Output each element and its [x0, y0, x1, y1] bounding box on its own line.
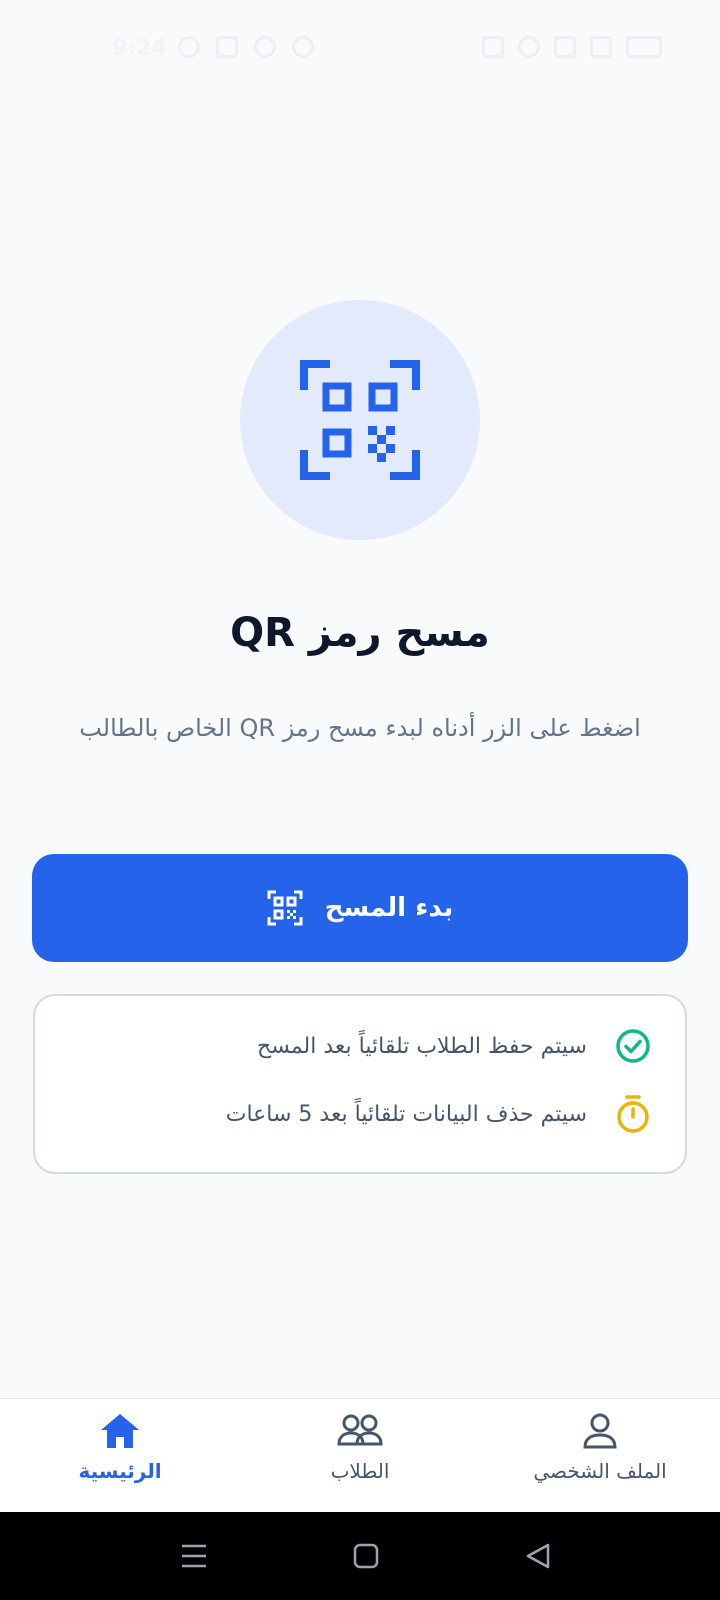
status-system-icons [482, 36, 662, 58]
info-card: سيتم حفظ الطلاب تلقائياً بعد المسح سيتم … [33, 994, 687, 1174]
bottom-nav: الرئيسية الطلاب الملف الشخصي [0, 1398, 720, 1512]
info-item-text: سيتم حذف البيانات تلقائياً بعد 5 ساعات [225, 1101, 587, 1127]
qr-code-icon [300, 360, 420, 480]
start-scan-button[interactable]: بدء المسح [32, 854, 688, 962]
signal-2-icon [590, 36, 612, 58]
info-item: سيتم حفظ الطلاب تلقائياً بعد المسح [257, 1028, 651, 1064]
page-subtitle: اضغط على الزر أدناه لبدء مسح رمز QR الخا… [79, 714, 641, 742]
info-item: سيتم حذف البيانات تلقائياً بعد 5 ساعات [226, 1094, 651, 1134]
whatsapp-icon [178, 36, 200, 58]
wifi-icon [518, 36, 540, 58]
check-circle-icon [616, 1029, 650, 1063]
qr-scan-icon [267, 890, 303, 926]
qr-hero-badge [240, 300, 480, 540]
start-scan-label: بدء المسح [324, 893, 454, 923]
telegram-icon [216, 36, 238, 58]
status-notification-icons [178, 36, 314, 58]
home-icon [101, 1414, 139, 1448]
home-button-icon[interactable] [352, 1542, 380, 1570]
nav-item-profile[interactable]: الملف الشخصي [520, 1411, 680, 1483]
nav-item-label: الرئيسية [78, 1459, 162, 1483]
nav-item-students[interactable]: الطلاب [300, 1411, 420, 1483]
nav-item-label: الملف الشخصي [533, 1459, 667, 1483]
battery-icon [626, 36, 662, 58]
menu-icon[interactable] [180, 1542, 208, 1570]
back-icon[interactable] [524, 1542, 552, 1570]
users-icon [337, 1414, 383, 1446]
status-bar: 9:24 [0, 0, 720, 96]
nav-item-home[interactable]: الرئيسية [60, 1411, 180, 1483]
status-time: 9:24 [112, 36, 167, 61]
cloud-icon [254, 36, 276, 58]
system-nav-bar [0, 1512, 720, 1600]
alarm-icon [482, 36, 504, 58]
signal-icon [554, 36, 576, 58]
user-icon [583, 1413, 617, 1449]
timer-icon [617, 1095, 649, 1133]
nav-item-label: الطلاب [330, 1459, 390, 1483]
location-icon [292, 36, 314, 58]
page-title: مسح رمز QR [230, 610, 490, 656]
info-item-text: سيتم حفظ الطلاب تلقائياً بعد المسح [257, 1033, 587, 1059]
